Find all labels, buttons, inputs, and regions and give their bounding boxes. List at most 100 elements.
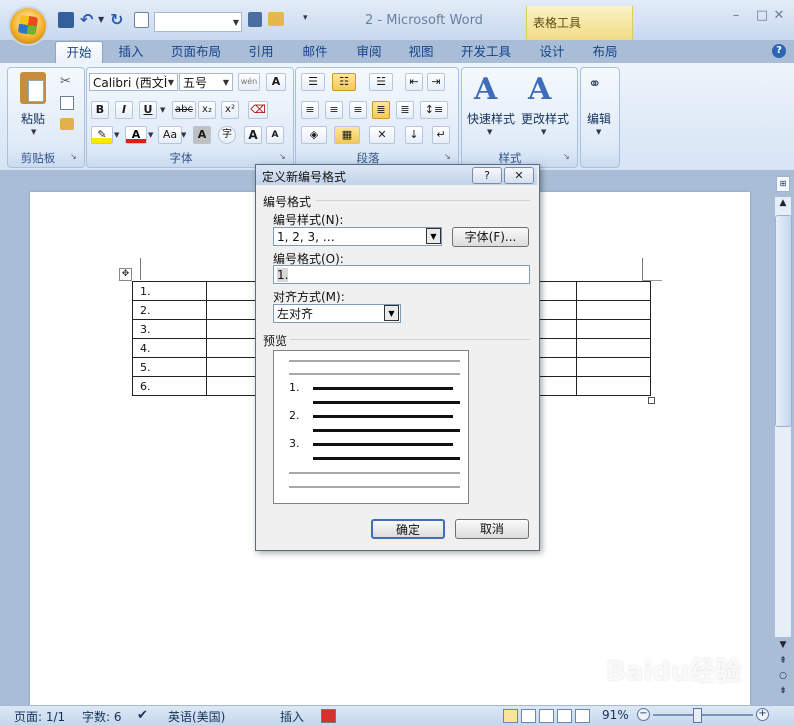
tab-view[interactable]: 视图 xyxy=(400,41,442,63)
tab-page-layout[interactable]: 页面布局 xyxy=(166,41,226,63)
editing-dropdown-icon[interactable]: ▼ xyxy=(596,128,601,136)
font-color-button[interactable]: A xyxy=(125,126,147,144)
font-name-combo[interactable]: Calibri (西文Ì ▼ xyxy=(89,73,178,91)
minimize-button[interactable]: – xyxy=(722,8,750,26)
tab-references[interactable]: 引用 xyxy=(240,41,282,63)
draft-view-icon[interactable] xyxy=(575,709,590,723)
table-cell[interactable]: 2. xyxy=(132,300,207,320)
previous-page-icon[interactable]: ⇞ xyxy=(775,656,791,666)
table-cell[interactable] xyxy=(576,300,651,320)
decrease-indent-icon[interactable]: ⇤ xyxy=(405,73,423,91)
enclose-chars-button[interactable]: 字 xyxy=(218,126,236,144)
redo-icon[interactable]: ↻ xyxy=(110,12,126,28)
clear-formatting-icon[interactable]: ⌫ xyxy=(248,101,268,119)
highlight-icon[interactable]: ✎ xyxy=(91,126,113,144)
quick-styles-button[interactable]: 快速样式 xyxy=(467,110,515,127)
next-page-icon[interactable]: ⇟ xyxy=(775,686,791,696)
qat-combo-box[interactable]: ▼ xyxy=(154,12,242,32)
word-count[interactable]: 字数: 6 xyxy=(82,708,122,725)
page-indicator[interactable]: 页面: 1/1 xyxy=(14,708,65,725)
distribute-icon[interactable]: ≣ xyxy=(396,101,414,119)
change-styles-icon[interactable]: A xyxy=(528,72,551,107)
table-cell[interactable] xyxy=(576,357,651,377)
strikethrough-button[interactable]: abc xyxy=(172,101,196,119)
change-case-dropdown-icon[interactable]: ▼ xyxy=(181,131,186,139)
tab-developer[interactable]: 开发工具 xyxy=(456,41,516,63)
dialog-launcher-icon[interactable]: ↘ xyxy=(444,152,451,161)
web-layout-icon[interactable] xyxy=(539,709,554,723)
number-format-input[interactable]: 1. xyxy=(273,265,530,284)
table-cell[interactable]: 1. xyxy=(132,281,207,301)
print-preview-icon[interactable] xyxy=(134,12,149,28)
increase-indent-icon[interactable]: ⇥ xyxy=(427,73,445,91)
table-cell[interactable] xyxy=(576,338,651,358)
outline-view-icon[interactable] xyxy=(557,709,572,723)
dialog-close-button[interactable]: ✕ xyxy=(504,167,534,184)
dialog-launcher-icon[interactable]: ↘ xyxy=(279,152,286,161)
insert-mode-indicator[interactable]: 插入 xyxy=(280,708,304,725)
zoom-slider-thumb[interactable] xyxy=(693,708,702,723)
scroll-up-icon[interactable]: ▲ xyxy=(775,198,791,208)
change-styles-dropdown-icon[interactable]: ▼ xyxy=(541,128,546,136)
zoom-level[interactable]: 91% xyxy=(602,708,629,722)
char-shading-button[interactable]: A xyxy=(193,126,211,144)
open-folder-icon[interactable] xyxy=(268,12,284,26)
paste-dropdown-icon[interactable]: ▼ xyxy=(31,128,36,136)
justify-icon[interactable]: ≣ xyxy=(372,101,390,119)
tab-mailings[interactable]: 邮件 xyxy=(294,41,336,63)
shading-icon[interactable]: ◈ xyxy=(301,126,327,144)
superscript-button[interactable]: x² xyxy=(221,101,239,119)
tab-review[interactable]: 审阅 xyxy=(348,41,390,63)
subscript-button[interactable]: x₂ xyxy=(198,101,216,119)
chevron-down-icon[interactable]: ▼ xyxy=(384,305,399,321)
select-browse-object-icon[interactable]: ○ xyxy=(775,671,791,681)
table-cell[interactable]: 3. xyxy=(132,319,207,339)
change-case-button[interactable]: Aa xyxy=(158,126,182,144)
tab-insert[interactable]: 插入 xyxy=(110,41,152,63)
shrink-font-button[interactable]: A xyxy=(266,126,284,144)
line-spacing-icon[interactable]: ↕≡ xyxy=(420,101,448,119)
char-border-icon[interactable]: A xyxy=(266,73,286,91)
qat-document-icon[interactable] xyxy=(248,12,262,27)
font-color-dropdown-icon[interactable]: ▼ xyxy=(148,131,153,139)
paste-icon[interactable] xyxy=(20,72,46,104)
undo-icon[interactable]: ↶ xyxy=(80,12,96,28)
customize-qat-icon[interactable]: ▾ xyxy=(303,13,308,23)
cancel-button[interactable]: 取消 xyxy=(455,519,529,539)
numbering-icon[interactable]: ☷ xyxy=(332,73,356,91)
scroll-thumb[interactable] xyxy=(775,215,792,427)
find-binoculars-icon[interactable]: ⚭ xyxy=(588,74,601,93)
editing-button[interactable]: 编辑 xyxy=(587,110,611,127)
table-cell[interactable] xyxy=(576,376,651,396)
cut-icon[interactable]: ✂ xyxy=(60,74,71,89)
chinese-layout-icon[interactable]: ✕ xyxy=(369,126,395,144)
font-button[interactable]: 字体(F)... xyxy=(452,227,529,247)
sort-icon[interactable]: ↓ xyxy=(405,126,423,144)
full-screen-reading-icon[interactable] xyxy=(521,709,536,723)
table-cell[interactable] xyxy=(576,319,651,339)
tab-home[interactable]: 开始 xyxy=(55,41,103,64)
table-cell[interactable]: 6. xyxy=(132,376,207,396)
grow-font-button[interactable]: A xyxy=(244,126,262,144)
number-style-select[interactable]: 1, 2, 3, … xyxy=(273,227,442,246)
quick-styles-dropdown-icon[interactable]: ▼ xyxy=(487,128,492,136)
underline-dropdown-icon[interactable]: ▼ xyxy=(160,106,165,114)
ok-button[interactable]: 确定 xyxy=(371,519,445,539)
quick-styles-icon[interactable]: A xyxy=(474,72,497,107)
align-right-icon[interactable]: ≡ xyxy=(349,101,367,119)
highlight-dropdown-icon[interactable]: ▼ xyxy=(114,131,119,139)
align-left-icon[interactable]: ≡ xyxy=(301,101,319,119)
paste-button[interactable]: 粘贴 xyxy=(21,110,45,127)
underline-button[interactable]: U xyxy=(139,101,157,119)
dialog-launcher-icon[interactable]: ↘ xyxy=(563,152,570,161)
change-styles-button[interactable]: 更改样式 xyxy=(521,110,569,127)
table-cell[interactable] xyxy=(576,281,651,301)
bold-button[interactable]: B xyxy=(91,101,109,119)
phonetic-guide-icon[interactable]: wén xyxy=(238,73,260,91)
help-icon[interactable]: ? xyxy=(772,44,786,58)
bullets-icon[interactable]: ☰ xyxy=(301,73,325,91)
view-ruler-icon[interactable]: ⊞ xyxy=(776,176,790,192)
borders-icon[interactable]: ▦ xyxy=(334,126,360,144)
table-move-handle-icon[interactable]: ✥ xyxy=(119,268,132,281)
font-size-combo[interactable]: 五号 ▼ xyxy=(179,73,233,91)
